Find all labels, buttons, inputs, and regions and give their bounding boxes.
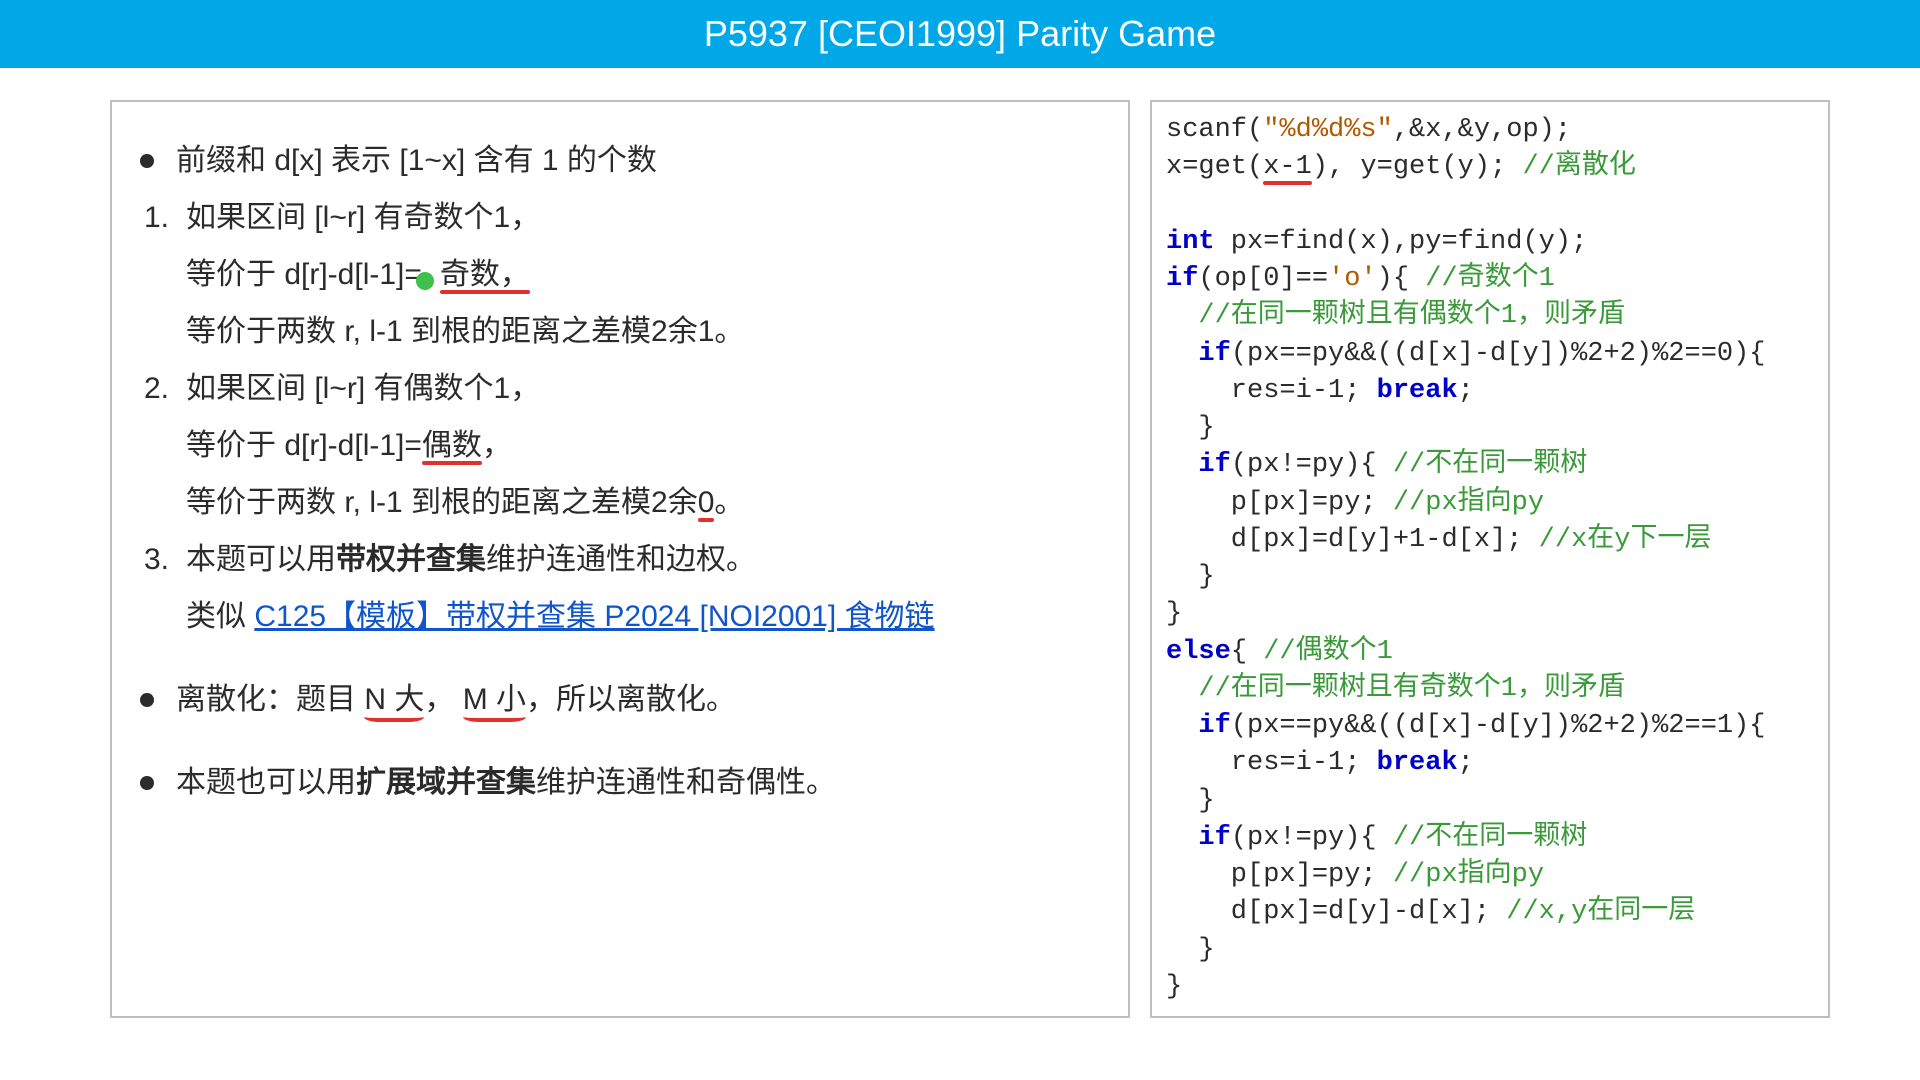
bold-weighted-dsu: 带权并查集 <box>336 543 486 576</box>
code-line: scanf("%d%d%s",&x,&y,op); <box>1166 115 1571 145</box>
code-line: } <box>1166 972 1182 1002</box>
code-line: else{ //偶数个1 <box>1166 637 1393 667</box>
code-line: d[px]=d[y]+1-d[x]; //x在y下一层 <box>1166 525 1711 555</box>
bullet-icon <box>140 154 154 168</box>
spacer <box>140 728 1100 754</box>
bullet-icon <box>140 776 154 790</box>
underline-zero: 0 <box>698 486 715 519</box>
number-label: 1. <box>144 189 186 246</box>
underline-odd: 奇数， <box>440 258 530 291</box>
underline-m-small: M 小 <box>463 683 526 716</box>
code-line: if(op[0]=='o'){ //奇数个1 <box>1166 264 1555 294</box>
code-line: } <box>1166 562 1215 592</box>
code-line: } <box>1166 786 1215 816</box>
bullet-prefix-sum: 前缀和 d[x] 表示 [1~x] 含有 1 的个数 <box>140 132 1100 189</box>
pointer-dot-icon <box>416 272 434 290</box>
code-line: res=i-1; break; <box>1166 376 1474 406</box>
text: 前缀和 d[x] 表示 [1~x] 含有 1 的个数 <box>176 132 657 189</box>
link-food-chain[interactable]: C125【模板】带权并查集 P2024 [NOI2001] 食物链 <box>254 600 934 633</box>
text-pre: 本题可以用 <box>186 543 336 576</box>
text-post: ，所以离散化。 <box>526 683 736 716</box>
text: 本题可以用带权并查集维护连通性和边权。 <box>186 531 756 588</box>
code-panel: scanf("%d%d%s",&x,&y,op); x=get(x-1), y=… <box>1150 100 1830 1018</box>
text: 等价于两数 r, l-1 到根的距离之差模2余 <box>186 486 698 519</box>
code-line: if(px==py&&((d[x]-d[y])%2+2)%2==0){ <box>1166 339 1766 369</box>
content-area: 前缀和 d[x] 表示 [1~x] 含有 1 的个数 1. 如果区间 [l~r]… <box>0 68 1920 1018</box>
item-2: 2. 如果区间 [l~r] 有偶数个1， <box>140 360 1100 417</box>
code-line: } <box>1166 599 1182 629</box>
code-line: if(px==py&&((d[x]-d[y])%2+2)%2==1){ <box>1166 711 1766 741</box>
code-line: x=get(x-1), y=get(y); //离散化 <box>1166 152 1636 182</box>
number-label: 3. <box>144 531 186 588</box>
bullet-discretize: 离散化：题目 N 大， M 小，所以离散化。 <box>140 671 1100 728</box>
code-line: if(px!=py){ //不在同一颗树 <box>1166 823 1587 853</box>
text-pre: 离散化：题目 <box>176 683 364 716</box>
text: 等价于 d[r]-d[l-1]= <box>186 258 422 291</box>
spacer <box>140 645 1100 671</box>
text: 等价于两数 r, l-1 到根的距离之差模2余1。 <box>186 315 744 348</box>
text: 如果区间 [l~r] 有奇数个1， <box>186 189 540 246</box>
text: 类似 <box>186 600 254 633</box>
bold-extended-dsu: 扩展域并查集 <box>356 766 536 799</box>
text-post: 维护连通性和奇偶性。 <box>536 766 836 799</box>
text: 如果区间 [l~r] 有偶数个1， <box>186 360 540 417</box>
text-pre: 本题也可以用 <box>176 766 356 799</box>
text: 本题也可以用扩展域并查集维护连通性和奇偶性。 <box>176 754 836 811</box>
code-line: p[px]=py; //px指向py <box>1166 488 1544 518</box>
code-line: int px=find(x),py=find(y); <box>1166 227 1587 257</box>
bullet-icon <box>140 693 154 707</box>
code-line: } <box>1166 413 1215 443</box>
text-mid: ， <box>424 683 462 716</box>
text: 等价于 d[r]-d[l-1]= <box>186 429 422 462</box>
bullet-extended-dsu: 本题也可以用扩展域并查集维护连通性和奇偶性。 <box>140 754 1100 811</box>
item-1: 1. 如果区间 [l~r] 有奇数个1， <box>140 189 1100 246</box>
explanation-panel: 前缀和 d[x] 表示 [1~x] 含有 1 的个数 1. 如果区间 [l~r]… <box>110 100 1130 1018</box>
text: 离散化：题目 N 大， M 小，所以离散化。 <box>176 671 736 728</box>
text: 。 <box>714 486 744 519</box>
code-line: //在同一颗树且有奇数个1，则矛盾 <box>1166 674 1625 704</box>
underline-even: 偶数 <box>422 429 482 462</box>
item-3: 3. 本题可以用带权并查集维护连通性和边权。 <box>140 531 1100 588</box>
code-line: //在同一颗树且有偶数个1，则矛盾 <box>1166 301 1625 331</box>
item-2-line3: 等价于两数 r, l-1 到根的距离之差模2余0。 <box>140 474 1100 531</box>
number-label: 2. <box>144 360 186 417</box>
item-2-line2: 等价于 d[r]-d[l-1]=偶数， <box>140 417 1100 474</box>
code-line: p[px]=py; //px指向py <box>1166 860 1544 890</box>
item-1-line3: 等价于两数 r, l-1 到根的距离之差模2余1。 <box>140 303 1100 360</box>
text: ， <box>482 429 512 462</box>
code-line: if(px!=py){ //不在同一颗树 <box>1166 450 1587 480</box>
page-title-bar: P5937 [CEOI1999] Parity Game <box>0 0 1920 68</box>
underline-x-minus-1: x-1 <box>1263 152 1312 182</box>
underline-n-big: N 大 <box>364 683 424 716</box>
text-post: 维护连通性和边权。 <box>486 543 756 576</box>
code-line: } <box>1166 935 1215 965</box>
code-line: d[px]=d[y]-d[x]; //x,y在同一层 <box>1166 897 1695 927</box>
item-1-line2: 等价于 d[r]-d[l-1]= 奇数， <box>140 246 1100 303</box>
code-line: res=i-1; break; <box>1166 748 1474 778</box>
page-title: P5937 [CEOI1999] Parity Game <box>704 13 1216 55</box>
item-3-line2: 类似 C125【模板】带权并查集 P2024 [NOI2001] 食物链 <box>140 588 1100 645</box>
